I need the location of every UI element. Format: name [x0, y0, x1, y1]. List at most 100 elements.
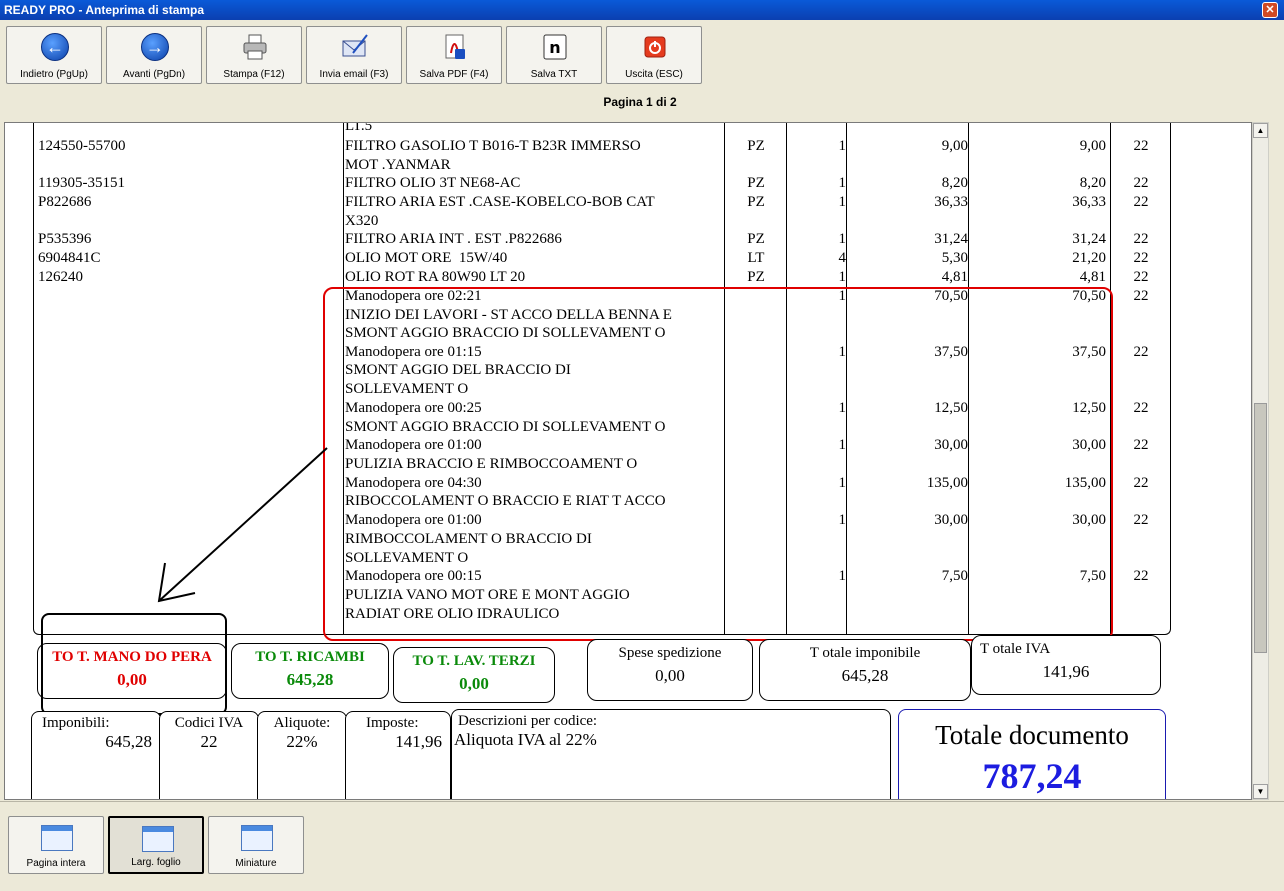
- view-mode-bar: Pagina intera Larg. foglio Miniature: [0, 801, 1284, 891]
- scroll-down-arrow-icon[interactable]: ▼: [1253, 784, 1268, 799]
- vat-rate-value: 22%: [286, 732, 318, 751]
- cell-vat: 22: [1133, 194, 1149, 210]
- thumbnails-button-label: Miniature: [235, 858, 277, 869]
- total-third-party-label: TO T. LAV. TERZI: [412, 653, 536, 669]
- scroll-up-arrow-icon[interactable]: ▲: [1253, 123, 1268, 138]
- annotation-black-box: [41, 613, 227, 715]
- pdf-icon: [445, 34, 465, 59]
- page-indicator: Pagina 1 di 2: [603, 95, 677, 109]
- back-button[interactable]: ← Indietro (PgUp): [6, 26, 102, 84]
- total-parts-label: TO T. RICAMBI: [255, 649, 365, 665]
- annotation-red-box: [323, 287, 1113, 641]
- power-icon: [644, 36, 666, 58]
- cell-um: PZ: [747, 175, 765, 191]
- full-page-button-label: Pagina intera: [26, 858, 86, 869]
- shipping-cost-value: 0,00: [655, 666, 685, 685]
- shipping-cost-box: Spese spedizione 0,00: [587, 639, 753, 701]
- thumbnails-icon: [241, 825, 273, 851]
- send-email-button[interactable]: Invia email (F3): [306, 26, 402, 84]
- vat-tax-value: 141,96: [395, 732, 442, 751]
- page-width-button[interactable]: Larg. foglio: [108, 816, 204, 874]
- cell-vat: 22: [1133, 175, 1149, 191]
- taxable-total-box: T otale imponibile 645,28: [759, 639, 971, 701]
- cell-qty: 1: [838, 175, 847, 191]
- cell-amount: 8,20: [1079, 175, 1106, 191]
- cell-code: 6904841C: [38, 250, 101, 266]
- document-total-label: Totale documento: [935, 720, 1129, 750]
- annotation-arrow: [157, 447, 328, 603]
- forward-button-label: Avanti (PgDn): [122, 69, 186, 80]
- vat-description-value: Aliquota IVA al 22%: [454, 730, 597, 749]
- vat-rate-label: Aliquote:: [273, 715, 331, 731]
- thumbnails-button[interactable]: Miniature: [208, 816, 304, 874]
- vat-total-value: 141,96: [1042, 662, 1090, 681]
- cell-code: 119305-35151: [38, 175, 125, 191]
- cell-vat: 22: [1133, 288, 1149, 304]
- vat-taxable-box: Imponibili: 645,28: [31, 711, 161, 799]
- cell-amount: 31,24: [1072, 231, 1106, 247]
- vat-tax-label: Imposte:: [366, 715, 419, 731]
- print-button-label: Stampa (F12): [223, 69, 285, 80]
- total-third-party-box: TO T. LAV. TERZI 0,00: [393, 647, 555, 703]
- full-page-button[interactable]: Pagina intera: [8, 816, 104, 874]
- exit-button-label: Uscita (ESC): [625, 69, 683, 80]
- cell-price: 31,24: [934, 231, 968, 247]
- cell-vat: 22: [1133, 231, 1149, 247]
- cell-qty: 1: [838, 194, 847, 210]
- cell-price: 4,81: [941, 269, 968, 285]
- vat-total-box: T otale IVA 141,96: [971, 635, 1161, 695]
- cell-vat: 22: [1133, 344, 1149, 360]
- scrollbar-thumb[interactable]: [1254, 403, 1267, 653]
- cell-code: 126240: [38, 269, 83, 285]
- cell-vat: 22: [1133, 138, 1149, 154]
- cell-price: 5,30: [941, 250, 968, 266]
- cell-qty: 1: [838, 231, 847, 247]
- window-close-button[interactable]: ✕: [1262, 2, 1278, 18]
- cell-um: LT: [747, 250, 765, 266]
- document-total-box: Totale documento 787,24: [898, 709, 1166, 799]
- cell-desc: LT.5: [345, 122, 373, 134]
- page-width-button-label: Larg. foglio: [131, 857, 181, 868]
- cell-price: 9,00: [941, 138, 968, 154]
- save-pdf-button[interactable]: Salva PDF (F4): [406, 26, 502, 84]
- cell-desc: OLIO ROT RA 80W90 LT 20: [345, 269, 526, 285]
- arrow-right-icon: →: [141, 33, 169, 61]
- cell-code: P822686: [38, 194, 92, 210]
- print-preview-area[interactable]: LT.5 124550-55700 FILTRO GASOLIO T B016-T …: [4, 122, 1252, 800]
- cell-um: PZ: [747, 194, 765, 210]
- save-pdf-button-label: Salva PDF (F4): [419, 69, 489, 80]
- cell-vat: 22: [1133, 568, 1149, 584]
- cell-desc: OLIO MOT ORE 15W/40: [345, 250, 508, 266]
- cell-code: 124550-55700: [38, 138, 126, 154]
- shipping-cost-label: Spese spedizione: [618, 645, 722, 661]
- arrow-left-icon: ←: [41, 33, 69, 61]
- taxable-total-label: T otale imponibile: [809, 645, 921, 661]
- vat-description-box: Descrizioni per codice: Aliquota IVA al …: [451, 709, 891, 799]
- cell-desc: FILTRO GASOLIO T B016-T B23R IMMERSO: [345, 138, 641, 154]
- vat-total-label: T otale IVA: [980, 641, 1051, 657]
- send-email-button-label: Invia email (F3): [319, 69, 389, 80]
- cell-amount: 4,81: [1079, 269, 1106, 285]
- cell-desc: MOT .YANMAR: [345, 157, 451, 173]
- cell-code: P535396: [38, 231, 92, 247]
- cell-vat: 22: [1133, 269, 1149, 285]
- cell-amount: 36,33: [1072, 194, 1106, 210]
- printer-icon: [243, 34, 267, 60]
- vertical-scrollbar[interactable]: ▲ ▼: [1252, 122, 1269, 800]
- exit-button[interactable]: Uscita (ESC): [606, 26, 702, 84]
- cell-qty: 4: [838, 250, 847, 266]
- print-button[interactable]: Stampa (F12): [206, 26, 302, 84]
- page-width-icon: [142, 826, 174, 852]
- save-txt-button[interactable]: n Salva TXT: [506, 26, 602, 84]
- taxable-total-value: 645,28: [841, 666, 889, 685]
- cell-um: PZ: [747, 138, 765, 154]
- cell-desc: X320: [345, 213, 379, 229]
- save-txt-button-label: Salva TXT: [530, 69, 578, 80]
- cell-price: 36,33: [934, 194, 968, 210]
- total-parts-box: TO T. RICAMBI 645,28: [231, 643, 389, 699]
- cell-um: PZ: [747, 269, 765, 285]
- cell-vat: 22: [1133, 400, 1149, 416]
- forward-button[interactable]: → Avanti (PgDn): [106, 26, 202, 84]
- back-button-label: Indietro (PgUp): [20, 69, 88, 80]
- document-total-value: 787,24: [982, 756, 1082, 796]
